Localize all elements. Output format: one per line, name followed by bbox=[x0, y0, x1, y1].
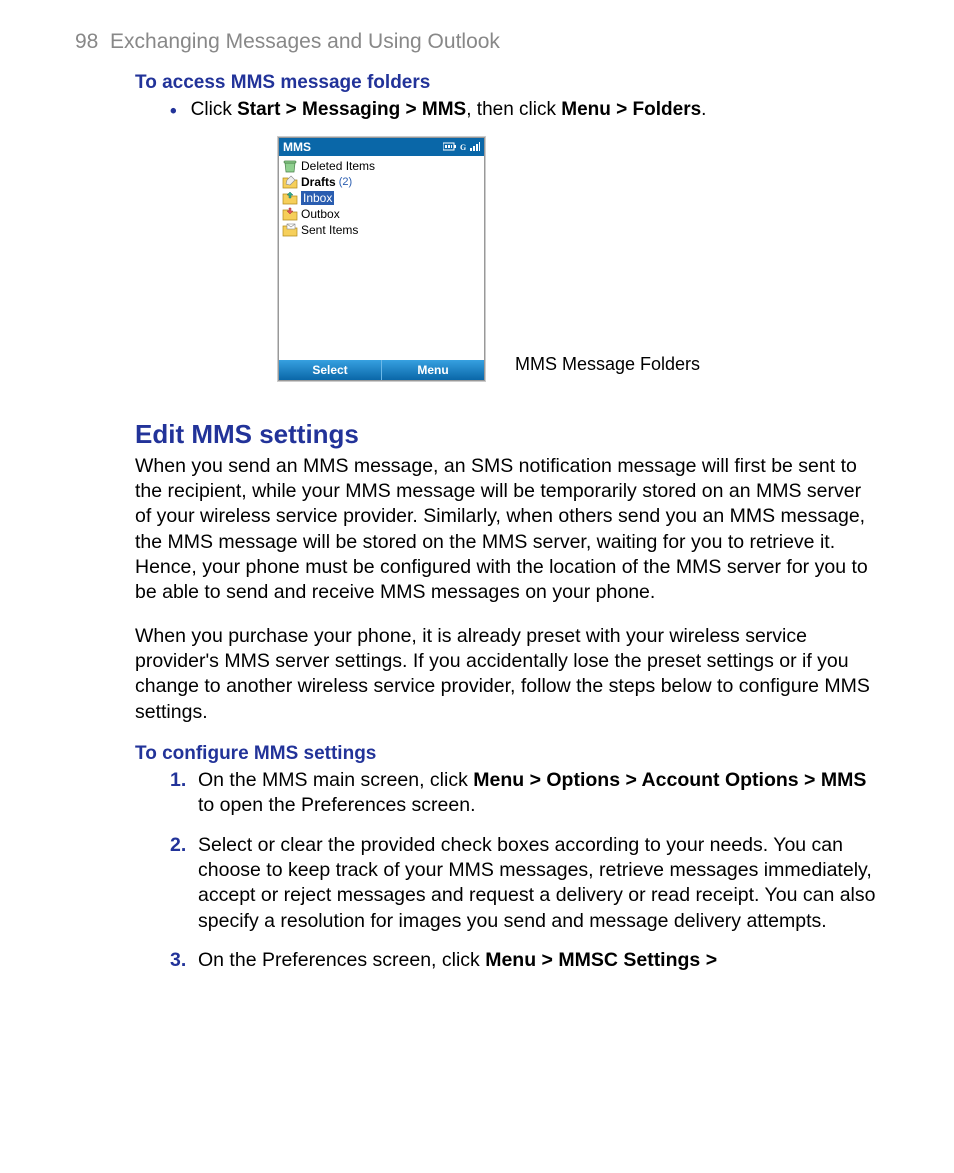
paragraph: When you purchase your phone, it is alre… bbox=[135, 624, 879, 725]
folder-outbox: Outbox bbox=[282, 206, 481, 222]
folder-pencil-icon bbox=[282, 175, 298, 189]
phone-title-text: MMS bbox=[283, 140, 311, 154]
folder-label: Drafts bbox=[301, 175, 336, 189]
ordered-list: 1. On the MMS main screen, click Menu > … bbox=[170, 768, 879, 973]
subheading-configure: To configure MMS settings bbox=[135, 743, 879, 765]
svg-text:G: G bbox=[460, 143, 466, 151]
list-number: 2. bbox=[170, 833, 198, 934]
folder-label: Deleted Items bbox=[301, 159, 375, 173]
text-bold: Start > Messaging > MMS bbox=[237, 99, 466, 120]
figure: MMS G Deleted Items Drafts (2) bbox=[75, 137, 879, 381]
list-text: Select or clear the provided check boxes… bbox=[198, 833, 879, 934]
trash-icon bbox=[282, 159, 298, 173]
list-item: 1. On the MMS main screen, click Menu > … bbox=[170, 768, 879, 819]
page-header: 98 Exchanging Messages and Using Outlook bbox=[75, 30, 879, 54]
text-fragment: , then click bbox=[466, 99, 561, 120]
page-content: 98 Exchanging Messages and Using Outlook… bbox=[0, 0, 954, 1017]
bullet-icon: • bbox=[170, 99, 177, 125]
phone-mock: MMS G Deleted Items Drafts (2) bbox=[278, 137, 485, 381]
figure-caption: MMS Message Folders bbox=[515, 354, 700, 375]
text-bold: Menu > Options > Account Options > MMS bbox=[473, 769, 866, 791]
folder-list: Deleted Items Drafts (2) Inbox Outbox bbox=[279, 156, 484, 360]
text-fragment: Click bbox=[191, 99, 237, 120]
signal-bars-icon bbox=[470, 142, 480, 151]
phone-softkey-bar: Select Menu bbox=[279, 360, 484, 380]
text-fragment: to open the Preferences screen. bbox=[198, 794, 476, 816]
text-bold: Menu > MMSC Settings > bbox=[485, 949, 717, 971]
list-number: 3. bbox=[170, 948, 198, 973]
bullet-item: • Click Start > Messaging > MMS, then cl… bbox=[170, 97, 879, 125]
list-item: 3. On the Preferences screen, click Menu… bbox=[170, 948, 879, 973]
text-fragment: On the Preferences screen, click bbox=[198, 949, 485, 971]
signal-g-icon: G bbox=[460, 142, 467, 151]
bullet-text: Click Start > Messaging > MMS, then clic… bbox=[191, 97, 707, 125]
softkey-select: Select bbox=[279, 360, 381, 380]
folder-outbox-icon bbox=[282, 207, 298, 221]
status-icons: G bbox=[443, 142, 480, 151]
softkey-menu: Menu bbox=[382, 360, 484, 380]
phone-titlebar: MMS G bbox=[279, 138, 484, 156]
heading-edit-mms: Edit MMS settings bbox=[135, 419, 879, 450]
folder-sent-icon bbox=[282, 223, 298, 237]
folder-count: (2) bbox=[339, 176, 352, 188]
folder-drafts: Drafts (2) bbox=[282, 174, 481, 190]
list-text: On the MMS main screen, click Menu > Opt… bbox=[198, 768, 879, 819]
chapter-title: Exchanging Messages and Using Outlook bbox=[110, 30, 500, 53]
text-bold: Menu > Folders bbox=[561, 99, 701, 120]
list-item: 2. Select or clear the provided check bo… bbox=[170, 833, 879, 934]
folder-deleted: Deleted Items bbox=[282, 158, 481, 174]
text-fragment: On the MMS main screen, click bbox=[198, 769, 473, 791]
paragraph: When you send an MMS message, an SMS not… bbox=[135, 454, 879, 606]
folder-label: Sent Items bbox=[301, 223, 358, 237]
folder-inbox-icon bbox=[282, 191, 298, 205]
folder-label-selected: Inbox bbox=[301, 191, 334, 205]
folder-inbox: Inbox bbox=[282, 190, 481, 206]
subheading-access-folders: To access MMS message folders bbox=[135, 72, 879, 94]
folder-sent: Sent Items bbox=[282, 222, 481, 238]
list-number: 1. bbox=[170, 768, 198, 819]
page-number: 98 bbox=[75, 30, 98, 53]
list-text: On the Preferences screen, click Menu > … bbox=[198, 948, 717, 973]
battery-icon bbox=[443, 142, 457, 151]
text-fragment: . bbox=[701, 99, 706, 120]
folder-label: Outbox bbox=[301, 207, 340, 221]
